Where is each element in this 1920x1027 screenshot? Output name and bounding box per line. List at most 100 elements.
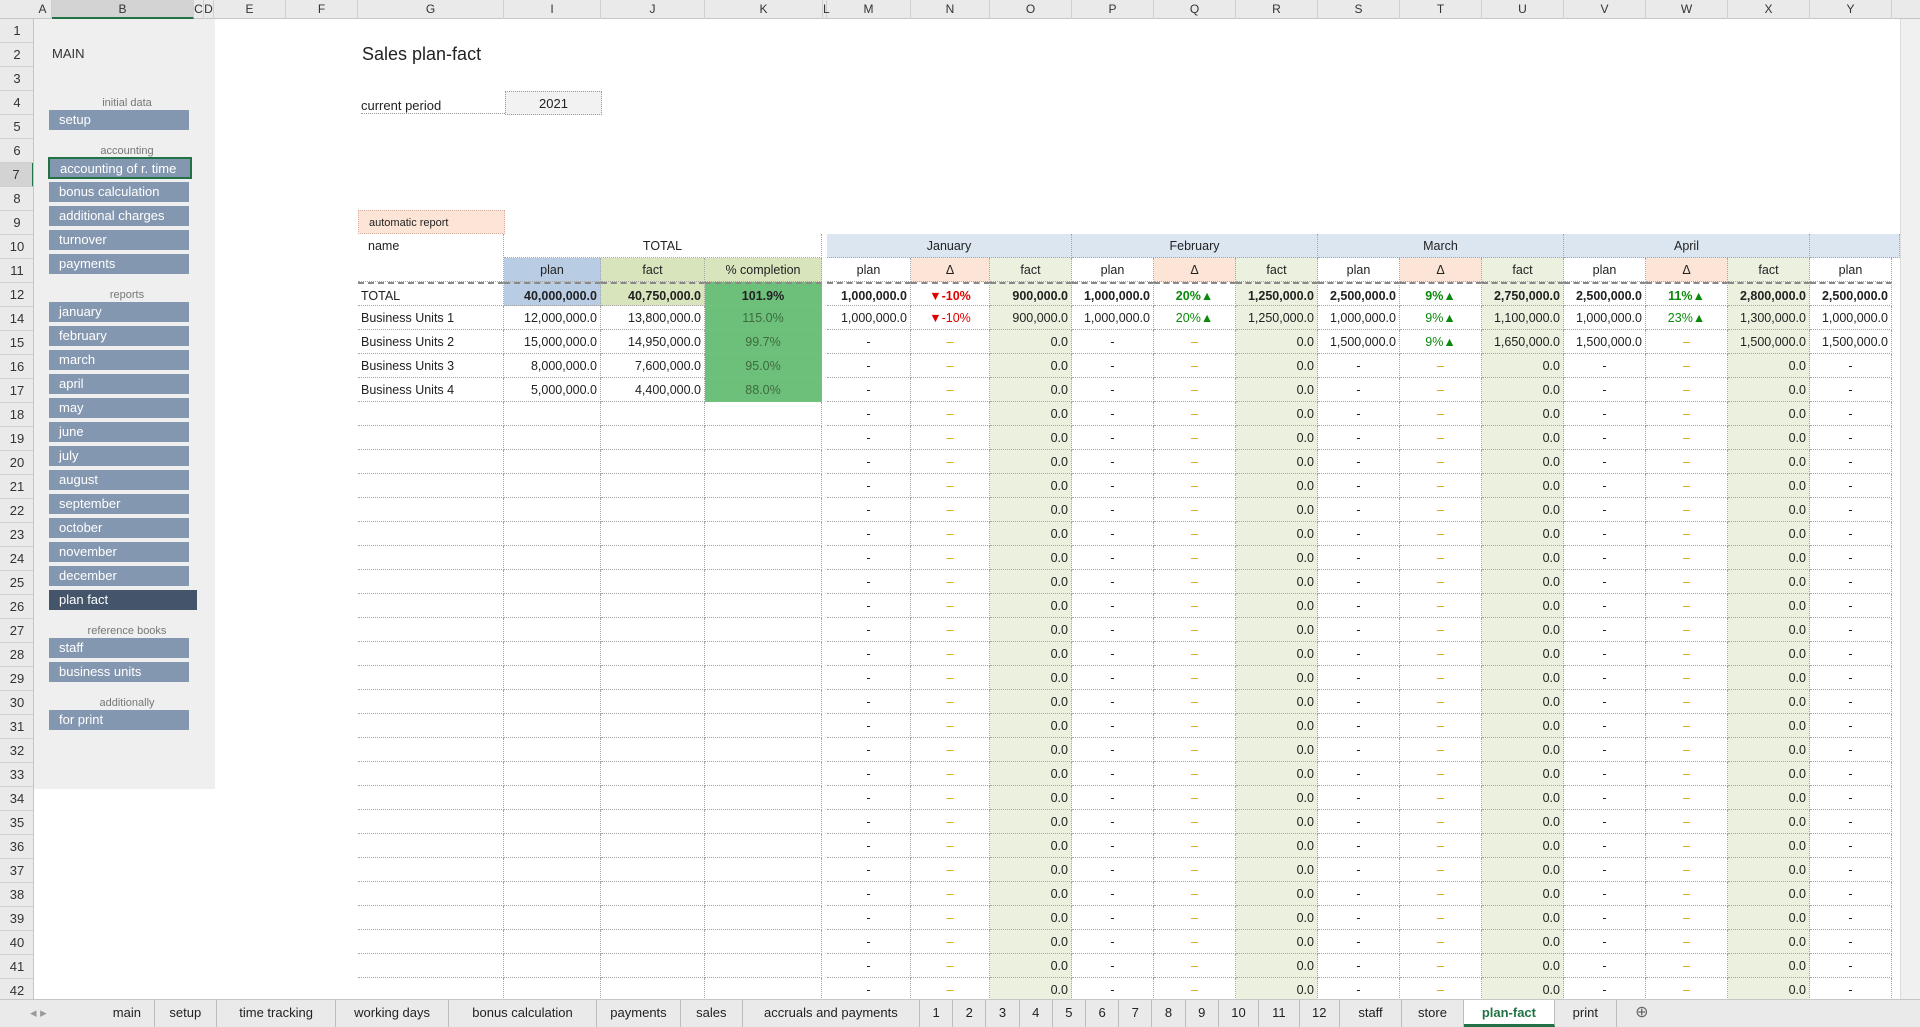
tab-payments[interactable]: payments <box>597 1000 681 1027</box>
column-header-k[interactable]: K <box>705 0 823 19</box>
column-header-s[interactable]: S <box>1318 0 1400 19</box>
row-header-8[interactable]: 8 <box>0 187 33 211</box>
tab-1[interactable]: 1 <box>920 1000 954 1027</box>
tab-time-tracking[interactable]: time tracking <box>217 1000 337 1027</box>
column-header-c[interactable]: C <box>194 0 204 19</box>
period-value-cell[interactable]: 2021 <box>505 91 602 115</box>
column-header-r[interactable]: R <box>1236 0 1318 19</box>
row-header-39[interactable]: 39 <box>0 907 33 931</box>
row-header-7[interactable]: 7 <box>0 163 33 187</box>
row-header-3[interactable]: 3 <box>0 67 33 91</box>
tab-plan-fact[interactable]: plan-fact <box>1464 1000 1555 1027</box>
row-header-38[interactable]: 38 <box>0 883 33 907</box>
tab-3[interactable]: 3 <box>986 1000 1020 1027</box>
tab-7[interactable]: 7 <box>1119 1000 1153 1027</box>
column-header-u[interactable]: U <box>1482 0 1564 19</box>
tab-print[interactable]: print <box>1555 1000 1617 1027</box>
july-button[interactable]: july <box>49 446 189 466</box>
row-header-18[interactable]: 18 <box>0 403 33 427</box>
column-header-e[interactable]: E <box>214 0 286 19</box>
tab-6[interactable]: 6 <box>1086 1000 1120 1027</box>
row-header-21[interactable]: 21 <box>0 475 33 499</box>
column-header-t[interactable]: T <box>1400 0 1482 19</box>
column-header-m[interactable]: M <box>827 0 911 19</box>
june-button[interactable]: june <box>49 422 189 442</box>
column-header-p[interactable]: P <box>1072 0 1154 19</box>
row-header-5[interactable]: 5 <box>0 115 33 139</box>
tab-12[interactable]: 12 <box>1300 1000 1340 1027</box>
row-header-16[interactable]: 16 <box>0 355 33 379</box>
row-header-28[interactable]: 28 <box>0 643 33 667</box>
row-header-34[interactable]: 34 <box>0 787 33 811</box>
column-header-w[interactable]: W <box>1646 0 1728 19</box>
tab-bonus-calculation[interactable]: bonus calculation <box>449 1000 598 1027</box>
october-button[interactable]: october <box>49 518 189 538</box>
row-header-15[interactable]: 15 <box>0 331 33 355</box>
row-header-11[interactable]: 11 <box>0 259 33 283</box>
column-header-a[interactable]: A <box>34 0 52 19</box>
for-print-button[interactable]: for print <box>49 710 189 730</box>
tab-5[interactable]: 5 <box>1053 1000 1086 1027</box>
row-header-23[interactable]: 23 <box>0 523 33 547</box>
row-header-20[interactable]: 20 <box>0 451 33 475</box>
business-units-button[interactable]: business units <box>49 662 189 682</box>
column-header-g[interactable]: G <box>358 0 504 19</box>
tab-setup[interactable]: setup <box>155 1000 217 1027</box>
tab-4[interactable]: 4 <box>1020 1000 1053 1027</box>
tab-sales[interactable]: sales <box>681 1000 743 1027</box>
tab-working-days[interactable]: working days <box>336 1000 449 1027</box>
row-header-19[interactable]: 19 <box>0 427 33 451</box>
column-header-o[interactable]: O <box>990 0 1072 19</box>
tab-10[interactable]: 10 <box>1219 1000 1260 1027</box>
column-header-i[interactable]: I <box>504 0 601 19</box>
accounting-time-button[interactable]: accounting of r. time <box>48 157 192 179</box>
row-header-33[interactable]: 33 <box>0 763 33 787</box>
row-header-2[interactable]: 2 <box>0 43 33 67</box>
column-header-x[interactable]: X <box>1728 0 1810 19</box>
tab-main[interactable]: main <box>100 1000 155 1027</box>
row-header-6[interactable]: 6 <box>0 139 33 163</box>
february-button[interactable]: february <box>49 326 189 346</box>
tab-store[interactable]: store <box>1402 1000 1464 1027</box>
march-button[interactable]: march <box>49 350 189 370</box>
may-button[interactable]: may <box>49 398 189 418</box>
column-header-q[interactable]: Q <box>1154 0 1236 19</box>
row-header-41[interactable]: 41 <box>0 955 33 979</box>
row-header-30[interactable]: 30 <box>0 691 33 715</box>
tab-9[interactable]: 9 <box>1186 1000 1219 1027</box>
setup-button[interactable]: setup <box>49 110 189 130</box>
row-header-26[interactable]: 26 <box>0 595 33 619</box>
column-header-n[interactable]: N <box>911 0 990 19</box>
january-button[interactable]: january <box>49 302 189 322</box>
row-header-9[interactable]: 9 <box>0 211 33 235</box>
column-header-f[interactable]: F <box>286 0 358 19</box>
add-sheet-icon[interactable]: ⊕ <box>1629 1000 1655 1027</box>
row-header-1[interactable]: 1 <box>0 19 33 43</box>
row-header-4[interactable]: 4 <box>0 91 33 115</box>
row-header-22[interactable]: 22 <box>0 499 33 523</box>
tab-scroll-arrows[interactable]: ◂ ▸ <box>0 1000 100 1027</box>
additional-charges-button[interactable]: additional charges <box>49 206 189 226</box>
column-header-v[interactable]: V <box>1564 0 1646 19</box>
staff-button[interactable]: staff <box>49 638 189 658</box>
tab-8[interactable]: 8 <box>1152 1000 1186 1027</box>
row-header-25[interactable]: 25 <box>0 571 33 595</box>
column-header-j[interactable]: J <box>601 0 705 19</box>
row-header-37[interactable]: 37 <box>0 859 33 883</box>
tab-accruals-and-payments[interactable]: accruals and payments <box>743 1000 920 1027</box>
row-header-40[interactable]: 40 <box>0 931 33 955</box>
column-header-b[interactable]: B <box>52 0 194 19</box>
august-button[interactable]: august <box>49 470 189 490</box>
vertical-scrollbar[interactable] <box>1900 19 1920 999</box>
row-header-32[interactable]: 32 <box>0 739 33 763</box>
row-header-12[interactable]: 12 <box>0 283 33 307</box>
bonus-calculation-button[interactable]: bonus calculation <box>49 182 189 202</box>
plan-fact-button[interactable]: plan fact <box>49 590 197 610</box>
april-button[interactable]: april <box>49 374 189 394</box>
row-header-27[interactable]: 27 <box>0 619 33 643</box>
row-header-17[interactable]: 17 <box>0 379 33 403</box>
column-header-d[interactable]: D <box>204 0 214 19</box>
tab-staff[interactable]: staff <box>1340 1000 1402 1027</box>
worksheet-grid[interactable]: MAIN initial data setup accounting accou… <box>34 19 1900 999</box>
row-header-24[interactable]: 24 <box>0 547 33 571</box>
